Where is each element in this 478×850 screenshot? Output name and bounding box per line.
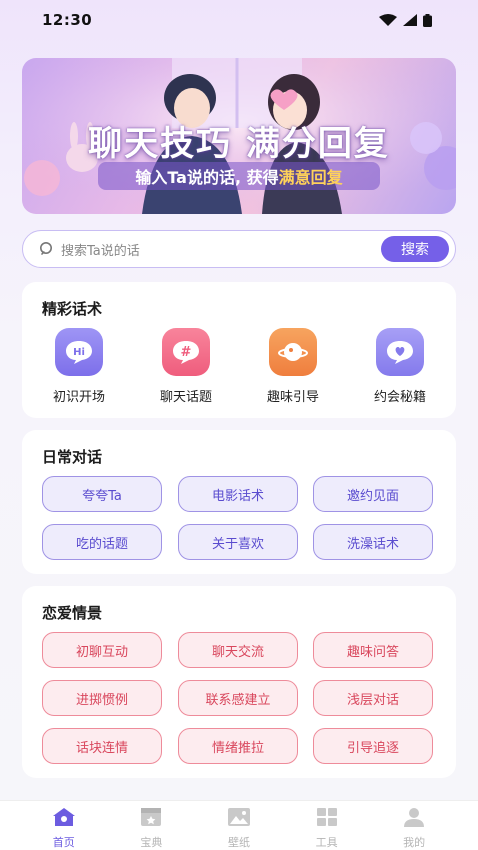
- love-chip[interactable]: 引导追逐: [313, 728, 433, 764]
- love-chip[interactable]: 情绪推拉: [178, 728, 298, 764]
- daily-chip[interactable]: 邀约见面: [313, 476, 433, 512]
- daily-chip[interactable]: 夸夸Ta: [42, 476, 162, 512]
- tab-label: 宝典: [140, 836, 163, 849]
- love-chip[interactable]: 聊天交流: [178, 632, 298, 668]
- love-card: 恋爱情景 初聊互动 聊天交流 趣味问答 进掷惯例 联系感建立 浅层对话 话块连情…: [22, 586, 456, 778]
- status-icons: [379, 13, 432, 27]
- tab-label: 首页: [52, 836, 75, 849]
- signal-icon: [403, 14, 417, 26]
- battery-icon: [423, 13, 432, 27]
- heart-bubble-icon: [376, 328, 424, 376]
- love-chip[interactable]: 初聊互动: [42, 632, 162, 668]
- love-chip[interactable]: 话块连情: [42, 728, 162, 764]
- love-chip[interactable]: 进掷惯例: [42, 680, 162, 716]
- daily-chip[interactable]: 电影话术: [178, 476, 298, 512]
- wifi-icon: [379, 14, 397, 26]
- tab-label: 壁纸: [227, 836, 250, 849]
- bottom-tab-bar: 首页 宝典 壁纸 工具 我的: [0, 800, 478, 850]
- featured-card: 精彩话术 Hi 初识开场 # 聊天话题 趣味引导 约会秘籍: [22, 282, 456, 418]
- search-bar[interactable]: 搜索Ta说的话 搜索: [22, 230, 456, 268]
- home-icon: [52, 808, 75, 826]
- tab-wallpaper[interactable]: 壁纸: [209, 807, 269, 850]
- grid-icon: [316, 808, 337, 826]
- daily-card: 日常对话 夸夸Ta 电影话术 邀约见面 吃的话题 关于喜欢 洗澡话术: [22, 430, 456, 574]
- tab-label: 我的: [403, 836, 426, 849]
- hi-bubble-icon: Hi: [55, 328, 103, 376]
- category-item[interactable]: # 聊天话题: [141, 328, 231, 405]
- love-chip[interactable]: 联系感建立: [178, 680, 298, 716]
- banner-subtitle-highlight: 满意回复: [278, 168, 343, 187]
- hashtag-bubble-icon: #: [162, 328, 210, 376]
- category-label: 初识开场: [52, 390, 105, 405]
- category-item[interactable]: 约会秘籍: [355, 328, 445, 405]
- image-icon: [227, 808, 250, 826]
- svg-text:#: #: [181, 345, 192, 360]
- status-bar: 12:30: [0, 0, 478, 40]
- category-label: 聊天话题: [159, 390, 212, 405]
- tab-tools[interactable]: 工具: [297, 807, 357, 850]
- planet-icon: [269, 328, 317, 376]
- daily-chip[interactable]: 洗澡话术: [313, 524, 433, 560]
- tab-home[interactable]: 首页: [34, 807, 94, 850]
- svg-text:Hi: Hi: [73, 347, 85, 358]
- daily-chip[interactable]: 吃的话题: [42, 524, 162, 560]
- tab-label: 工具: [315, 836, 338, 849]
- love-chip[interactable]: 浅层对话: [313, 680, 433, 716]
- category-item[interactable]: 趣味引导: [248, 328, 338, 405]
- search-button[interactable]: 搜索: [381, 236, 449, 262]
- banner-subtitle: 输入Ta说的话, 获得 满意回复: [98, 162, 380, 190]
- category-item[interactable]: Hi 初识开场: [34, 328, 124, 405]
- banner-title: 聊天技巧 满分回复: [88, 124, 390, 164]
- category-label: 约会秘籍: [373, 390, 426, 405]
- tab-book[interactable]: 宝典: [121, 807, 181, 850]
- search-icon: [40, 242, 52, 255]
- book-icon: [141, 808, 162, 826]
- love-chip[interactable]: 趣味问答: [313, 632, 433, 668]
- featured-title: 精彩话术: [42, 300, 103, 318]
- daily-chip[interactable]: 关于喜欢: [178, 524, 298, 560]
- person-icon: [404, 808, 425, 827]
- tab-profile[interactable]: 我的: [384, 807, 444, 850]
- love-title: 恋爱情景: [42, 604, 103, 622]
- category-label: 趣味引导: [266, 390, 319, 405]
- banner-subtitle-text: 输入Ta说的话, 获得: [135, 168, 279, 187]
- promo-banner[interactable]: 聊天技巧 满分回复 输入Ta说的话, 获得 满意回复: [22, 58, 456, 214]
- daily-title: 日常对话: [42, 448, 103, 466]
- status-time: 12:30: [42, 11, 93, 29]
